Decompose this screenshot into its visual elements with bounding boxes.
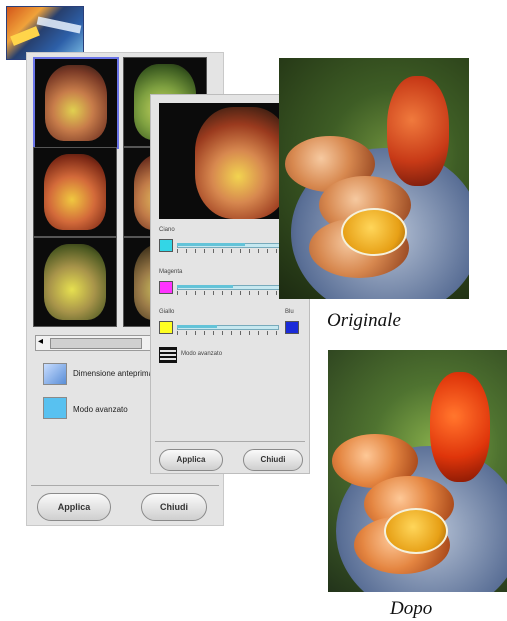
thumbnail-image (44, 244, 106, 320)
original-caption: Originale (327, 310, 401, 331)
thumbnail-image (44, 154, 106, 230)
yellow-swatch (159, 321, 173, 334)
cyan-label: Ciano (159, 227, 175, 233)
magenta-swatch (159, 281, 173, 294)
app-icon-stripe (36, 16, 82, 34)
yellow-label: Giallo (159, 309, 175, 315)
advanced-mode-icon[interactable] (159, 347, 177, 363)
thumbnail-image (45, 65, 107, 141)
apply-button[interactable]: Applica (159, 449, 223, 471)
app-icon-stripe-yellow (10, 26, 40, 46)
blue-label: Blu (285, 309, 294, 315)
variation-thumbnail[interactable] (33, 237, 117, 327)
scroll-left-arrow-icon[interactable]: ◂ (38, 336, 43, 347)
apply-button[interactable]: Applica (37, 493, 111, 521)
after-caption: Dopo (390, 598, 433, 619)
yellow-blue-slider[interactable] (177, 323, 279, 335)
divider (155, 441, 305, 442)
divider (31, 485, 219, 486)
advanced-mode-icon[interactable] (43, 397, 67, 419)
close-button[interactable]: Chiudi (243, 449, 303, 471)
magenta-label: Magenta (159, 269, 183, 275)
blue-swatch (285, 321, 299, 334)
preview-size-icon[interactable] (43, 363, 67, 385)
close-button[interactable]: Chiudi (141, 493, 207, 521)
original-photo (279, 58, 469, 299)
preview-size-label: Dimensione anteprima (73, 369, 154, 378)
cyan-swatch (159, 239, 173, 252)
variation-thumbnail[interactable] (33, 147, 117, 237)
variation-thumbnail[interactable] (33, 57, 119, 149)
scrollbar-thumb[interactable] (50, 338, 142, 349)
advanced-mode-label: Modo avanzato (73, 405, 128, 414)
advanced-mode-label: Modo avanzato (181, 351, 223, 357)
after-photo (328, 350, 507, 592)
